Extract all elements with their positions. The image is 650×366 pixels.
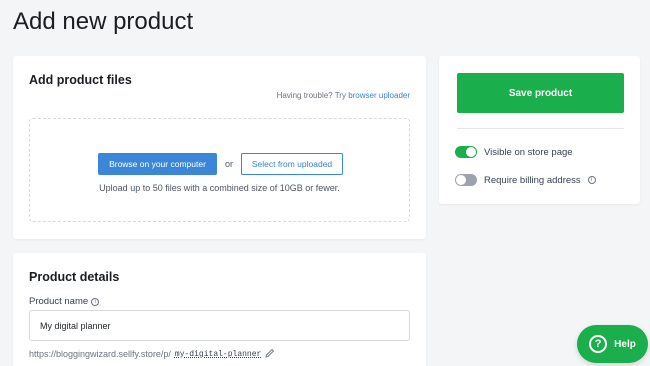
page-title: Add new product [13,8,194,35]
visible-label: Visible on store page [484,146,573,158]
url-base: https://bloggingwizard.sellfy.store/p/ [29,349,171,359]
billing-toggle[interactable] [455,174,477,186]
upload-dropzone[interactable]: Browse on your computer or Select from u… [29,118,410,222]
billing-toggle-row[interactable]: Require billing address i [455,174,596,186]
or-separator: or [225,159,234,169]
save-product-button[interactable]: Save product [457,73,624,113]
product-details-card: Product details Product name i https://b… [13,253,426,366]
product-url: https://bloggingwizard.sellfy.store/p/ m… [29,348,275,360]
billing-info-icon[interactable]: i [587,176,596,184]
billing-label: Require billing address [484,174,581,186]
trouble-text: Having trouble? Try browser uploader [277,91,410,100]
select-uploaded-button[interactable]: Select from uploaded [241,153,343,175]
product-name-input[interactable] [29,310,410,341]
browser-uploader-link[interactable]: browser uploader [348,91,410,100]
url-slug[interactable]: my-digital-planner [175,350,261,359]
info-icon[interactable]: i [91,297,100,306]
publish-card: Save product Visible on store page Requi… [439,56,640,204]
help-label: Help [614,338,636,350]
question-icon: ? [589,335,608,353]
trouble-prefix: Having trouble? Try [276,91,346,100]
product-files-card: Add product files Having trouble? Try br… [13,56,426,239]
divider [457,128,624,129]
details-heading: Product details [29,270,120,284]
files-heading: Add product files [29,73,132,87]
help-button[interactable]: ? Help [577,325,648,363]
pencil-icon[interactable] [265,348,275,360]
product-name-label-row: Product name i [29,296,100,307]
browse-computer-button[interactable]: Browse on your computer [98,153,217,175]
product-name-label: Product name [29,296,89,307]
visible-toggle-row[interactable]: Visible on store page [455,146,573,158]
visible-toggle[interactable] [455,146,477,158]
upload-hint: Upload up to 50 files with a combined si… [99,183,340,193]
